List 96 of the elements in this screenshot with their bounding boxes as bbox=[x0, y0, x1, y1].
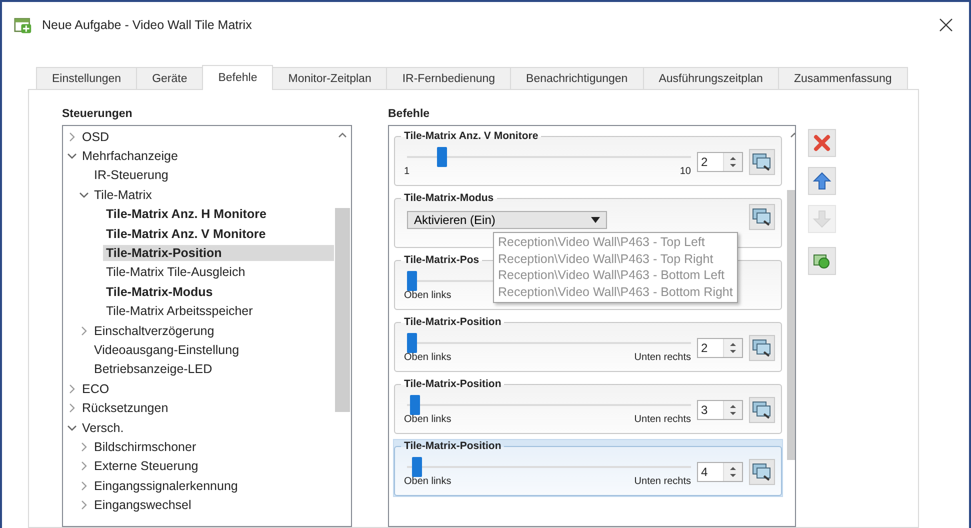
command-title: Tile-Matrix-Pos bbox=[403, 254, 480, 266]
apply-button[interactable] bbox=[749, 149, 775, 175]
up-arrow-icon bbox=[812, 171, 832, 191]
command-title: Tile-Matrix-Modus bbox=[403, 192, 495, 204]
tree-item[interactable]: Tile-Matrix Anz. H Monitore bbox=[103, 206, 334, 222]
window-title: Neue Aufgabe - Video Wall Tile Matrix bbox=[42, 18, 253, 32]
chevron-icon[interactable] bbox=[79, 190, 89, 200]
tree-item[interactable]: Eingangssignalerkennung bbox=[91, 478, 334, 494]
chevron-icon[interactable] bbox=[67, 422, 77, 433]
command-card[interactable]: Tile-Matrix-Position Oben links Unten rechts 2 bbox=[394, 316, 782, 372]
slider[interactable]: 1 10 bbox=[407, 144, 691, 180]
apply-button[interactable] bbox=[749, 459, 775, 485]
command-card[interactable]: Tile-Matrix-Position Oben links Unten rechts 3 bbox=[394, 378, 782, 434]
slider-min-label: Oben links bbox=[404, 352, 452, 363]
tree-item[interactable]: IR-Steuerung bbox=[91, 167, 334, 184]
tab[interactable]: Zusammenfassung bbox=[778, 67, 908, 89]
tree-item[interactable]: ECO bbox=[79, 380, 334, 397]
tree-item[interactable]: Tile-Matrix-Modus bbox=[103, 284, 334, 300]
monitor-icon bbox=[752, 207, 772, 227]
dropdown[interactable]: Aktivieren (Ein) bbox=[407, 211, 607, 229]
tab[interactable]: Befehle bbox=[202, 65, 274, 90]
monitor-icon bbox=[752, 338, 772, 358]
scroll-up-icon[interactable] bbox=[338, 132, 347, 138]
command-title: Tile-Matrix-Position bbox=[403, 440, 502, 452]
slider-min-label: Oben links bbox=[404, 476, 452, 487]
tree-item[interactable]: Eingangswechsel bbox=[91, 497, 334, 514]
close-icon[interactable] bbox=[939, 18, 953, 32]
group-title: Befehle bbox=[388, 108, 431, 122]
monitor-icon bbox=[752, 462, 772, 482]
tab[interactable]: Geräte bbox=[136, 67, 204, 89]
monitor-icon bbox=[752, 152, 772, 172]
tree-item[interactable]: Tile-Matrix Anz. V Monitore bbox=[103, 226, 334, 242]
slider-thumb[interactable] bbox=[410, 395, 420, 415]
command-title: Tile-Matrix-Position bbox=[403, 316, 502, 328]
apply-button[interactable] bbox=[749, 397, 775, 423]
slider[interactable]: Oben links Unten rechts bbox=[407, 454, 691, 490]
tree-item[interactable]: Tile-Matrix-Position bbox=[103, 245, 334, 262]
tab[interactable]: Benachrichtigungen bbox=[510, 67, 644, 89]
tree-item[interactable]: Videoausgang-Einstellung bbox=[91, 342, 334, 358]
slider-thumb[interactable] bbox=[407, 271, 417, 291]
slider-thumb[interactable] bbox=[412, 457, 422, 477]
calendar-icon bbox=[14, 16, 32, 34]
chevron-icon[interactable] bbox=[79, 326, 89, 336]
slider-thumb[interactable] bbox=[407, 333, 417, 353]
command-card[interactable]: Tile-Matrix-Position Oben links Unten rechts 4 bbox=[394, 440, 782, 496]
chevron-icon[interactable] bbox=[67, 132, 77, 142]
slider-max-label: 10 bbox=[680, 166, 691, 177]
tree-item[interactable]: Tile-Matrix bbox=[91, 186, 334, 203]
monitor-icon bbox=[752, 400, 772, 420]
refresh-button[interactable] bbox=[808, 247, 836, 275]
slider-thumb[interactable] bbox=[437, 147, 448, 167]
apply-button[interactable] bbox=[749, 335, 775, 361]
slider-max-label: Unten rechts bbox=[634, 476, 691, 487]
chevron-icon[interactable] bbox=[79, 480, 89, 491]
tree-item[interactable]: OSD bbox=[79, 128, 334, 145]
group-title: Steuerungen bbox=[62, 108, 134, 122]
tab[interactable]: Monitor-Zeitplan bbox=[272, 67, 388, 89]
tree-item[interactable]: Bildschirmschoner bbox=[91, 438, 334, 455]
tree-item[interactable]: Versch. bbox=[79, 420, 334, 436]
slider-min-label: Oben links bbox=[404, 290, 452, 301]
tree-item[interactable]: Mehrfachanzeige bbox=[79, 148, 334, 164]
command-title: Tile-Matrix Anz. V Monitore bbox=[403, 130, 540, 142]
tab[interactable]: IR-Fernbedienung bbox=[386, 67, 512, 89]
tree-item[interactable]: Tile-Matrix Tile-Ausgleich bbox=[103, 264, 334, 280]
number-field[interactable]: 2 bbox=[697, 152, 743, 172]
command-card[interactable]: Tile-Matrix Anz. V Monitore 1 10 2 bbox=[394, 130, 782, 186]
down-arrow-icon bbox=[812, 209, 832, 229]
chevron-icon[interactable] bbox=[79, 461, 89, 472]
caret-icon bbox=[591, 217, 600, 223]
tree-item[interactable]: Externe Steuerung bbox=[91, 458, 334, 474]
tree-item[interactable]: Tile-Matrix Arbeitsspeicher bbox=[103, 303, 334, 320]
chevron-icon[interactable] bbox=[67, 384, 77, 394]
scrollbar-thumb[interactable] bbox=[335, 208, 350, 412]
command-title: Tile-Matrix-Position bbox=[403, 378, 502, 390]
number-field[interactable]: 4 bbox=[697, 462, 743, 482]
tab[interactable]: Einstellungen bbox=[36, 67, 138, 89]
number-field[interactable]: 3 bbox=[697, 400, 743, 420]
number-field[interactable]: 2 bbox=[697, 338, 743, 358]
slider-max-label: Unten rechts bbox=[634, 352, 691, 363]
tab[interactable]: Ausführungszeitplan bbox=[642, 67, 779, 89]
chevron-icon[interactable] bbox=[67, 403, 77, 414]
tree-item[interactable]: Rücksetzungen bbox=[79, 400, 334, 416]
slider-min-label: Oben links bbox=[404, 414, 452, 425]
chevron-icon[interactable] bbox=[67, 151, 77, 162]
chevron-icon[interactable] bbox=[79, 500, 89, 510]
slider-min-label: 1 bbox=[404, 166, 410, 177]
slider[interactable]: Oben links Unten rechts bbox=[407, 330, 691, 366]
tree-item[interactable]: Betriebsanzeige-LED bbox=[91, 361, 334, 378]
delete-icon bbox=[812, 133, 832, 153]
chevron-icon[interactable] bbox=[79, 442, 89, 452]
apply-button[interactable] bbox=[749, 204, 775, 230]
delete-button[interactable] bbox=[808, 129, 836, 157]
up-button[interactable] bbox=[808, 167, 836, 195]
tree-item[interactable]: Einschaltverzögerung bbox=[91, 322, 334, 339]
slider-max-label: Unten rechts bbox=[634, 414, 691, 425]
slider[interactable]: Oben links Unten rechts bbox=[407, 392, 691, 428]
